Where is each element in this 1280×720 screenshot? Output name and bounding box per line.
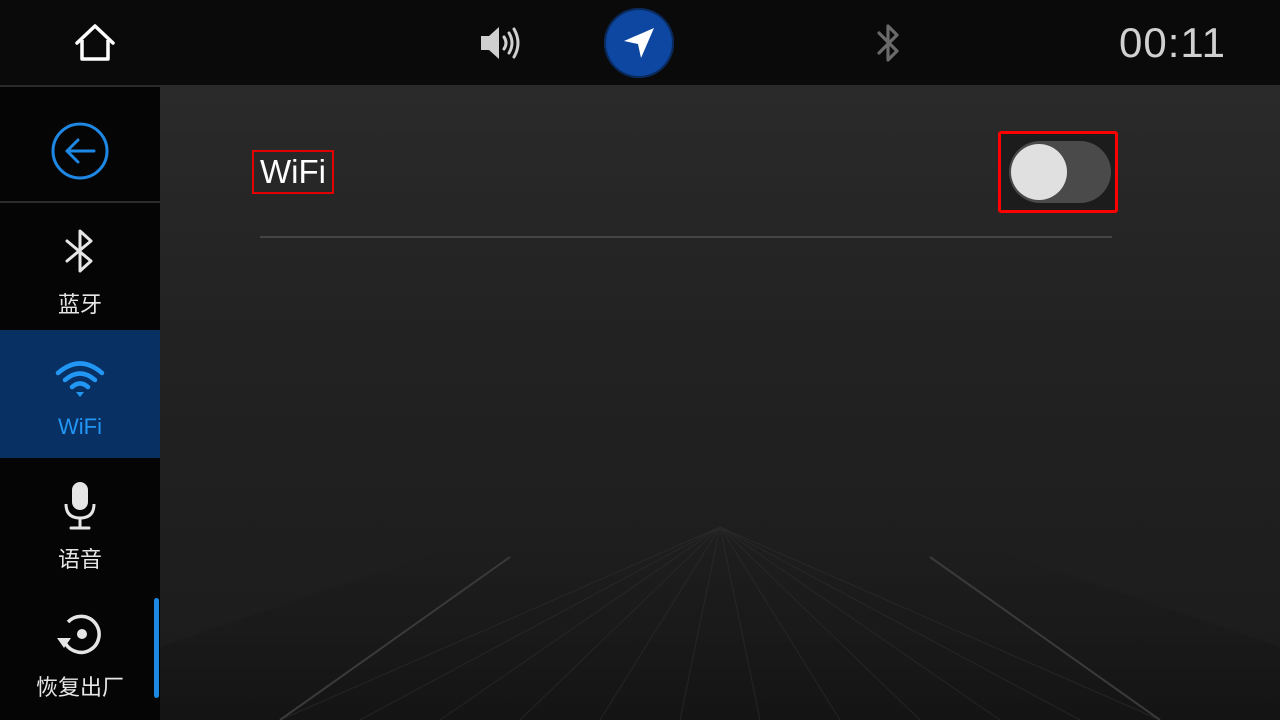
divider — [260, 236, 1112, 238]
sidebar-item-factory-reset[interactable]: 恢复出厂 — [0, 586, 160, 714]
sidebar-item-wifi[interactable]: WiFi — [0, 330, 160, 458]
sidebar-item-label: 恢复出厂 — [35, 675, 124, 700]
home-icon — [75, 24, 115, 61]
sidebar-item-label: WiFi — [58, 414, 102, 439]
wifi-settings-panel: WiFi — [160, 87, 1280, 720]
bluetooth-icon — [877, 24, 899, 62]
wifi-toggle[interactable] — [1009, 141, 1111, 203]
bluetooth-status — [870, 20, 906, 66]
navigation-arrow-icon — [624, 28, 654, 58]
bluetooth-icon — [65, 229, 93, 273]
factory-reset-icon — [57, 614, 101, 655]
wifi-label: WiFi — [252, 150, 334, 194]
navigation-button[interactable] — [604, 8, 674, 78]
status-bar: 00:11 — [0, 0, 1280, 87]
back-cell — [0, 87, 160, 203]
back-button[interactable] — [50, 121, 110, 181]
settings-sidebar: 蓝牙 WiFi 语音 恢复出厂 — [0, 87, 160, 720]
sidebar-scrollbar[interactable] — [154, 598, 159, 698]
microphone-icon — [64, 482, 96, 530]
volume-button[interactable] — [475, 20, 527, 66]
home-button[interactable] — [70, 18, 120, 68]
sidebar-item-label: 蓝牙 — [57, 292, 102, 317]
clock: 00:11 — [1119, 19, 1226, 66]
volume-icon — [481, 27, 520, 59]
sidebar-item-bluetooth[interactable]: 蓝牙 — [0, 203, 160, 331]
back-arrow-icon — [51, 122, 109, 180]
sidebar-item-label: 语音 — [57, 547, 102, 572]
wifi-icon — [55, 361, 105, 397]
wifi-toggle-highlight — [998, 131, 1118, 213]
toggle-knob — [1011, 144, 1067, 200]
sidebar-item-voice[interactable]: 语音 — [0, 458, 160, 586]
